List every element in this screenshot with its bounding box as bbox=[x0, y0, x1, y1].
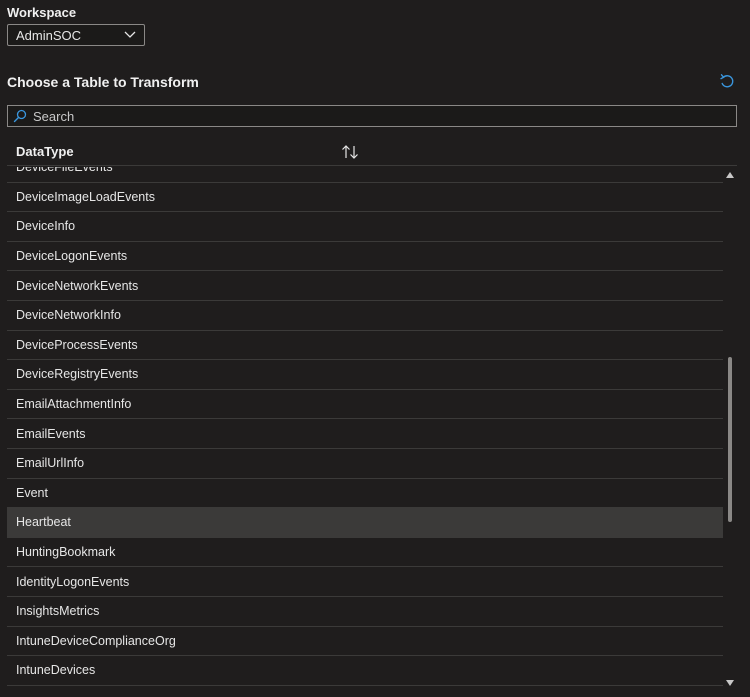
scrollbar-thumb[interactable] bbox=[728, 357, 732, 522]
search-icon bbox=[13, 109, 27, 123]
section-title: Choose a Table to Transform bbox=[7, 74, 199, 90]
table-row[interactable]: EmailEvents bbox=[7, 419, 723, 449]
workspace-selected-value: AdminSOC bbox=[16, 27, 82, 43]
workspace-label: Workspace bbox=[7, 5, 77, 20]
datatype-list[interactable]: DeviceFileEvents DeviceImageLoadEvents D… bbox=[7, 167, 737, 691]
search-box[interactable] bbox=[7, 105, 737, 127]
table-row[interactable]: DeviceInfo bbox=[7, 212, 723, 242]
search-input[interactable] bbox=[33, 108, 736, 124]
table-row-selected[interactable]: Heartbeat bbox=[7, 508, 723, 538]
table-column-header: DataType bbox=[7, 138, 737, 166]
datatype-column-title: DataType bbox=[16, 144, 74, 159]
table-row[interactable]: DeviceNetworkInfo bbox=[7, 301, 723, 331]
datatype-list-items: DeviceFileEvents DeviceImageLoadEvents D… bbox=[7, 167, 723, 686]
table-row[interactable]: DeviceImageLoadEvents bbox=[7, 183, 723, 213]
workspace-dropdown[interactable]: AdminSOC bbox=[7, 24, 145, 46]
table-row[interactable]: HuntingBookmark bbox=[7, 538, 723, 568]
table-row[interactable]: DeviceNetworkEvents bbox=[7, 271, 723, 301]
scroll-up-arrow-icon[interactable] bbox=[725, 171, 735, 179]
table-row[interactable]: EmailAttachmentInfo bbox=[7, 390, 723, 420]
refresh-icon[interactable] bbox=[719, 73, 735, 89]
table-row[interactable]: DeviceFileEvents bbox=[7, 167, 723, 183]
scroll-down-arrow-icon[interactable] bbox=[725, 679, 735, 687]
table-row[interactable]: Event bbox=[7, 479, 723, 509]
table-row[interactable]: IntuneDeviceComplianceOrg bbox=[7, 627, 723, 657]
table-row[interactable]: IdentityLogonEvents bbox=[7, 567, 723, 597]
sort-icon[interactable] bbox=[341, 144, 359, 160]
vertical-scrollbar[interactable] bbox=[723, 167, 737, 691]
table-row[interactable]: DeviceProcessEvents bbox=[7, 331, 723, 361]
table-row[interactable]: InsightsMetrics bbox=[7, 597, 723, 627]
chevron-down-icon bbox=[124, 31, 136, 38]
table-row[interactable]: EmailUrlInfo bbox=[7, 449, 723, 479]
table-row[interactable]: IntuneDevices bbox=[7, 656, 723, 686]
table-row[interactable]: DeviceRegistryEvents bbox=[7, 360, 723, 390]
table-row[interactable]: DeviceLogonEvents bbox=[7, 242, 723, 272]
